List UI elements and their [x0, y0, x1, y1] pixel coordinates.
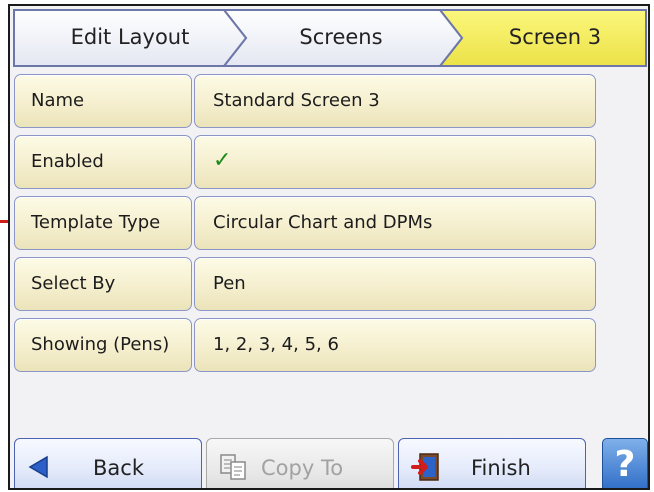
- copy-to-label: Copy To: [261, 456, 344, 480]
- property-value-cell[interactable]: Standard Screen 3: [194, 74, 596, 128]
- property-label-cell: Select By: [14, 257, 192, 311]
- property-label: Select By: [31, 273, 116, 294]
- property-label-cell: Enabled: [14, 135, 192, 189]
- help-button[interactable]: ?: [602, 438, 648, 488]
- crumb-edit-layout[interactable]: Edit Layout: [50, 25, 210, 49]
- back-button[interactable]: Back: [14, 438, 202, 488]
- back-label: Back: [93, 456, 144, 480]
- property-row-name[interactable]: Name Standard Screen 3: [14, 74, 598, 128]
- property-label-cell: Name: [14, 74, 192, 128]
- property-value: Circular Chart and DPMs: [213, 212, 433, 233]
- finish-label: Finish: [471, 456, 531, 480]
- property-row-template-type[interactable]: Template Type Circular Chart and DPMs: [14, 196, 598, 250]
- property-value-cell[interactable]: Circular Chart and DPMs: [194, 196, 596, 250]
- property-value-cell[interactable]: ✓: [194, 135, 596, 189]
- property-row-select-by[interactable]: Select By Pen: [14, 257, 598, 311]
- property-value-cell[interactable]: Pen: [194, 257, 596, 311]
- property-label: Showing (Pens): [31, 334, 170, 355]
- property-value: Standard Screen 3: [213, 90, 380, 111]
- checkmark-icon: ✓: [213, 148, 232, 173]
- property-label-cell: Showing (Pens): [14, 318, 192, 372]
- help-icon: ?: [614, 444, 636, 485]
- property-value-cell[interactable]: 1, 2, 3, 4, 5, 6: [194, 318, 596, 372]
- device-screen: Edit Layout Screens Screen 3 Name Standa…: [8, 4, 650, 490]
- crumb-screen-3[interactable]: Screen 3: [480, 25, 630, 49]
- property-label-cell: Template Type: [14, 196, 192, 250]
- property-row-enabled[interactable]: Enabled ✓: [14, 135, 598, 189]
- property-value: 1, 2, 3, 4, 5, 6: [213, 334, 339, 355]
- property-label: Template Type: [31, 212, 161, 233]
- property-label: Name: [31, 90, 85, 111]
- property-value: Pen: [213, 273, 246, 294]
- copy-to-button[interactable]: Copy To: [206, 438, 394, 488]
- finish-button[interactable]: Finish: [398, 438, 586, 488]
- finish-exit-icon: [411, 453, 439, 481]
- breadcrumb: Edit Layout Screens Screen 3: [10, 6, 648, 70]
- crumb-screens[interactable]: Screens: [256, 25, 426, 49]
- copy-icon: [220, 454, 246, 480]
- property-label: Enabled: [31, 151, 104, 172]
- back-arrow-icon: [28, 455, 48, 479]
- property-row-showing-pens[interactable]: Showing (Pens) 1, 2, 3, 4, 5, 6: [14, 318, 598, 372]
